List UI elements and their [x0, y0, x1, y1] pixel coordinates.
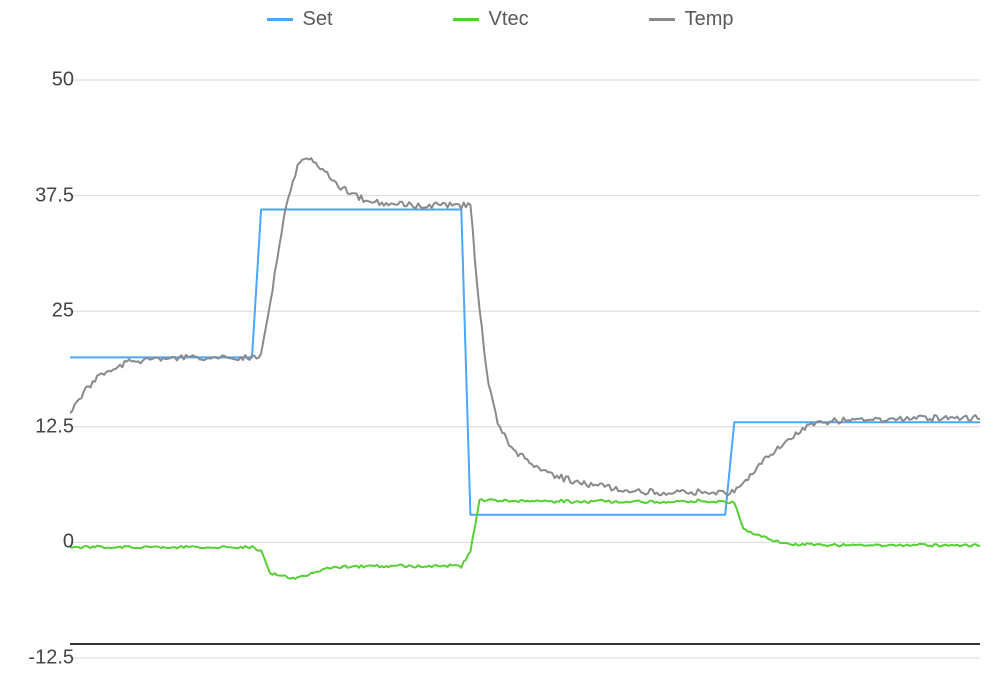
ytick-2: 25	[14, 300, 74, 323]
legend-swatch-set	[267, 18, 293, 21]
series-lines	[70, 60, 980, 660]
chart-container: Set Vtec Temp 50 37.5 25 12.5 0 -12.5	[0, 0, 1000, 692]
legend-item-temp[interactable]: Temp	[649, 8, 734, 31]
legend-item-vtec[interactable]: Vtec	[453, 8, 529, 31]
series-set	[70, 210, 980, 515]
ytick-4: 0	[14, 531, 74, 554]
legend-label-set: Set	[303, 8, 333, 31]
ytick-0: 50	[14, 69, 74, 92]
ytick-5: -12.5	[14, 647, 74, 670]
legend-label-temp: Temp	[685, 8, 734, 31]
legend-label-vtec: Vtec	[489, 8, 529, 31]
ytick-1: 37.5	[14, 184, 74, 207]
legend-swatch-vtec	[453, 18, 479, 21]
series-temp	[70, 158, 980, 495]
legend: Set Vtec Temp	[0, 8, 1000, 31]
legend-item-set[interactable]: Set	[267, 8, 333, 31]
plot-area	[70, 60, 980, 660]
ytick-3: 12.5	[14, 415, 74, 438]
series-vtec	[70, 499, 980, 579]
legend-swatch-temp	[649, 18, 675, 21]
